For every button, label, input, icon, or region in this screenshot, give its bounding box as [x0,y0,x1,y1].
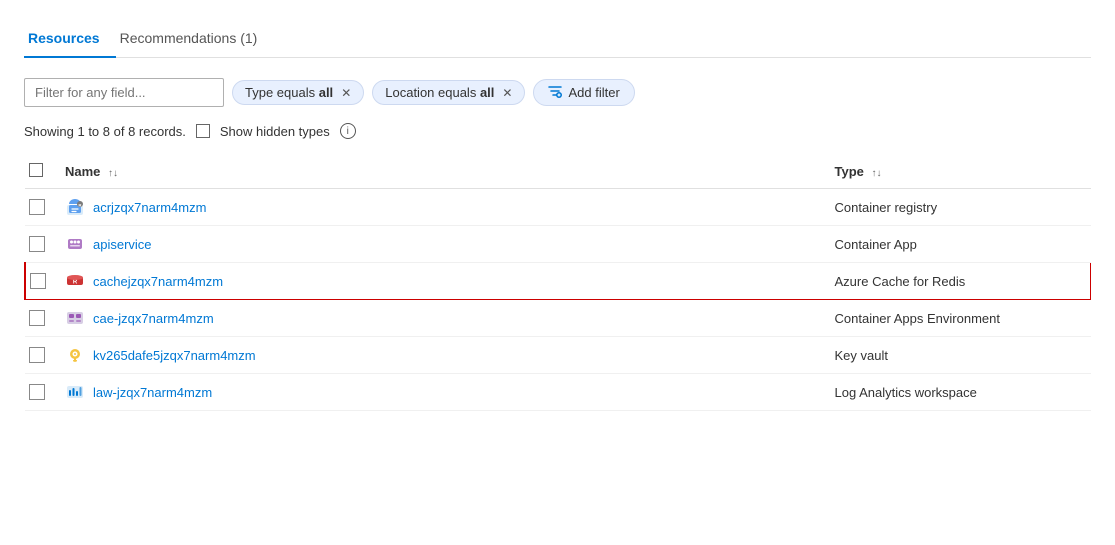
name-cell: R acrjzqx7narm4mzm [61,189,831,226]
table-row: cae-jzqx7narm4mzm Container Apps Environ… [25,300,1091,337]
add-filter-button[interactable]: Add filter [533,79,634,106]
row-checkbox-cell [25,300,61,337]
name-column-header[interactable]: Name ↑↓ [61,155,831,189]
tab-recommendations[interactable]: Recommendations (1) [116,20,274,58]
row-checkbox-4[interactable] [29,347,45,363]
type-cell-2: Azure Cache for Redis [831,263,1091,300]
row-checkbox-cell [25,226,61,263]
name-cell: cae-jzqx7narm4mzm [61,300,831,337]
resource-link-2[interactable]: cachejzqx7narm4mzm [93,274,223,289]
row-checkbox-3[interactable] [29,310,45,326]
filter-input[interactable] [24,78,224,107]
tab-resources[interactable]: Resources [24,20,116,58]
redis-cache-icon: R [65,271,85,291]
svg-text:R: R [79,203,82,208]
type-column-label: Type [835,164,864,179]
table-row: law-jzqx7narm4mzm Log Analytics workspac… [25,374,1091,411]
location-filter-chip[interactable]: Location equals all ✕ [372,80,525,105]
row-checkbox-cell [25,263,61,300]
tab-bar: Resources Recommendations (1) [24,20,1091,58]
type-cell-5: Log Analytics workspace [831,374,1091,411]
name-sort-icon: ↑↓ [108,168,118,179]
name-column-label: Name [65,164,100,179]
resource-link-4[interactable]: kv265dafe5jzqx7narm4mzm [93,348,256,363]
key-vault-icon [65,345,85,365]
add-filter-icon [548,84,562,101]
type-cell-1: Container App [831,226,1091,263]
type-filter-label: Type equals all [245,85,333,100]
table-row: R cachejzqx7narm4mzm Azure Cache for Red… [25,263,1091,300]
location-filter-remove[interactable]: ✕ [502,86,512,100]
type-filter-remove[interactable]: ✕ [341,86,351,100]
row-checkbox-cell [25,189,61,226]
name-cell: R cachejzqx7narm4mzm [61,263,831,300]
container-registry-icon: R [65,197,85,217]
filter-bar: Type equals all ✕ Location equals all ✕ … [24,78,1091,107]
container-app-icon [65,234,85,254]
table-header-row: Name ↑↓ Type ↑↓ [25,155,1091,189]
container-apps-env-icon [65,308,85,328]
select-all-checkbox[interactable] [29,163,43,177]
type-cell-0: Container registry [831,189,1091,226]
type-cell-4: Key vault [831,337,1091,374]
row-checkbox-5[interactable] [29,384,45,400]
table-row: apiservice Container App [25,226,1091,263]
show-hidden-label: Show hidden types [220,124,330,139]
type-cell-3: Container Apps Environment [831,300,1091,337]
resource-link-1[interactable]: apiservice [93,237,152,252]
row-checkbox-2[interactable] [30,273,46,289]
name-cell: law-jzqx7narm4mzm [61,374,831,411]
type-column-header[interactable]: Type ↑↓ [831,155,1091,189]
row-checkbox-cell [25,337,61,374]
resources-table: Name ↑↓ Type ↑↓ R acrjzqx7narm4mzm [24,155,1091,411]
row-checkbox-1[interactable] [29,236,45,252]
table-row: R acrjzqx7narm4mzm Container registry [25,189,1091,226]
resource-link-3[interactable]: cae-jzqx7narm4mzm [93,311,214,326]
records-info: Showing 1 to 8 of 8 records. Show hidden… [24,123,1091,139]
show-hidden-checkbox[interactable] [196,124,210,138]
log-analytics-icon [65,382,85,402]
resource-link-0[interactable]: acrjzqx7narm4mzm [93,200,206,215]
table-row: kv265dafe5jzqx7narm4mzm Key vault [25,337,1091,374]
location-filter-label: Location equals all [385,85,494,100]
row-checkbox-cell [25,374,61,411]
type-filter-chip[interactable]: Type equals all ✕ [232,80,364,105]
info-icon[interactable]: i [340,123,356,139]
resource-link-5[interactable]: law-jzqx7narm4mzm [93,385,212,400]
name-cell: kv265dafe5jzqx7narm4mzm [61,337,831,374]
type-sort-icon: ↑↓ [872,168,882,179]
svg-text:R: R [73,280,78,286]
row-checkbox-0[interactable] [29,199,45,215]
select-all-header [25,155,61,189]
add-filter-label: Add filter [568,85,619,100]
name-cell: apiservice [61,226,831,263]
records-count-text: Showing 1 to 8 of 8 records. [24,124,186,139]
